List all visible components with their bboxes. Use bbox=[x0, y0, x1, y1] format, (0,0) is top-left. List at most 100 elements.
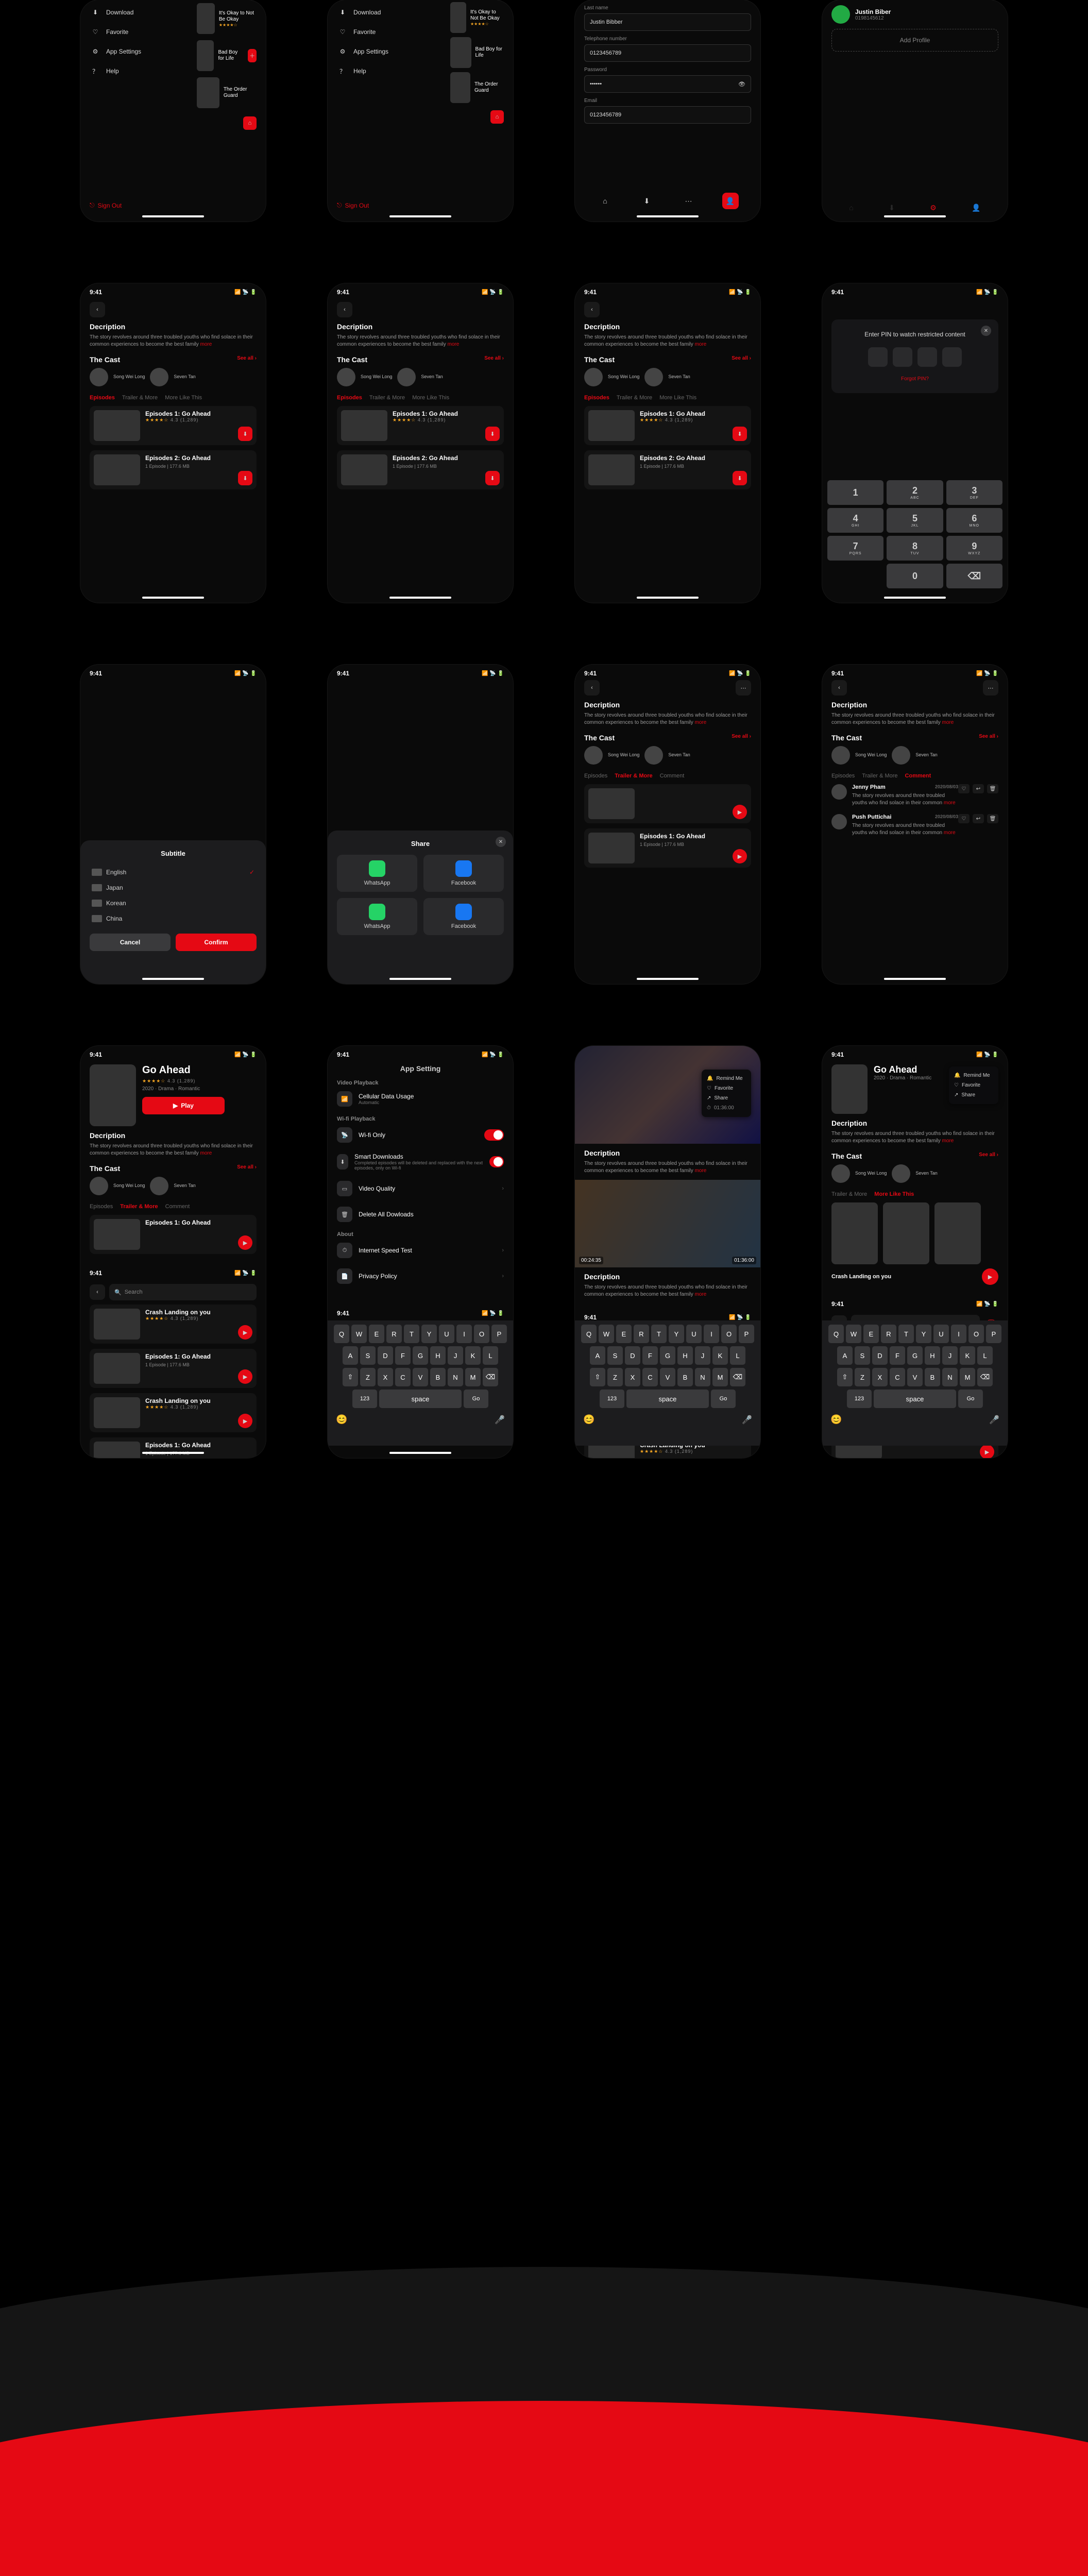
kbd-key[interactable]: S bbox=[855, 1346, 870, 1365]
phone-input[interactable]: 0123456789 bbox=[584, 44, 751, 62]
emoji-button[interactable]: 😊 bbox=[336, 1414, 347, 1425]
kbd-key[interactable]: T bbox=[898, 1325, 914, 1343]
kbd-key[interactable]: V bbox=[660, 1368, 675, 1386]
kbd-key[interactable]: Q bbox=[828, 1325, 844, 1343]
add-profile-button[interactable]: Add Profile bbox=[831, 29, 998, 52]
kbd-key[interactable]: Q bbox=[581, 1325, 597, 1343]
email-input[interactable]: 0123456789 bbox=[584, 106, 751, 124]
setting-smart[interactable]: ⬇Smart DownloadsCompleted episodes will … bbox=[328, 1148, 513, 1176]
confirm-button[interactable]: Confirm bbox=[176, 934, 257, 951]
kbd-key[interactable]: S bbox=[360, 1346, 376, 1365]
thumb-item[interactable]: It's Okay to Not Be Okay★★★★☆ bbox=[194, 0, 266, 37]
download-button[interactable]: ⬇ bbox=[238, 471, 252, 485]
language-option[interactable]: China bbox=[90, 911, 257, 926]
kbd-key[interactable]: space bbox=[874, 1389, 956, 1408]
nav-profile[interactable]: 👤 bbox=[722, 193, 739, 209]
kbd-key[interactable]: V bbox=[413, 1368, 428, 1386]
cast-avatar[interactable] bbox=[90, 368, 108, 386]
back-button[interactable]: ‹ bbox=[584, 302, 600, 317]
menu-favorite[interactable]: ♡ Favorite bbox=[954, 1080, 993, 1090]
kbd-key[interactable]: Z bbox=[607, 1368, 623, 1386]
kbd-key[interactable]: C bbox=[642, 1368, 658, 1386]
kbd-key[interactable]: E bbox=[863, 1325, 879, 1343]
nav-profile[interactable]: 👤 bbox=[972, 204, 980, 212]
video-preview[interactable]: 00:24:35 01:36:00 bbox=[575, 1180, 760, 1267]
tab-more-like[interactable]: More Like This bbox=[874, 1191, 914, 1197]
keypad-key[interactable]: 9WXYZ bbox=[946, 536, 1002, 561]
kbd-key[interactable]: A bbox=[837, 1346, 853, 1365]
kbd-key[interactable]: W bbox=[351, 1325, 367, 1343]
kbd-key[interactable]: D bbox=[378, 1346, 393, 1365]
kbd-key[interactable]: space bbox=[626, 1389, 709, 1408]
kbd-key[interactable]: M bbox=[712, 1368, 728, 1386]
password-input[interactable]: ••••••👁 bbox=[584, 75, 751, 93]
kbd-key[interactable]: U bbox=[439, 1325, 454, 1343]
kbd-key[interactable]: L bbox=[483, 1346, 498, 1365]
result-item[interactable]: Crash Landing on you★★★★☆ 4.3 (1,289) ▶ bbox=[90, 1393, 257, 1432]
kbd-key[interactable]: W bbox=[599, 1325, 614, 1343]
emoji-button[interactable]: 😊 bbox=[830, 1414, 842, 1425]
setting-delete[interactable]: 🗑Delete All Dowloads bbox=[328, 1201, 513, 1227]
language-option[interactable]: Korean bbox=[90, 895, 257, 911]
kbd-key[interactable]: E bbox=[616, 1325, 632, 1343]
toggle[interactable] bbox=[489, 1156, 504, 1167]
like-button[interactable]: ♡ bbox=[958, 784, 970, 793]
kbd-key[interactable]: R bbox=[386, 1325, 402, 1343]
kbd-key[interactable]: V bbox=[907, 1368, 923, 1386]
kbd-key[interactable]: F bbox=[642, 1346, 658, 1365]
poster-card[interactable] bbox=[883, 1202, 929, 1264]
play-button[interactable]: ▶ Play bbox=[142, 1097, 225, 1114]
episode-card[interactable]: Episodes 1: Go Ahead★★★★☆ 4.3 (1,289) ⬇ bbox=[90, 406, 257, 445]
cancel-button[interactable]: Cancel bbox=[90, 934, 171, 951]
menu-remind[interactable]: 🔔 Remind Me bbox=[707, 1074, 746, 1083]
setting-speed[interactable]: ⏱Internet Speed Test› bbox=[328, 1238, 513, 1263]
kbd-key[interactable]: C bbox=[395, 1368, 411, 1386]
kbd-key[interactable]: N bbox=[695, 1368, 710, 1386]
kbd-key[interactable]: K bbox=[960, 1346, 975, 1365]
close-icon[interactable]: ✕ bbox=[496, 837, 506, 847]
keypad-key[interactable]: 0 bbox=[887, 564, 943, 588]
more-button[interactable]: ⋯ bbox=[983, 680, 998, 696]
kbd-key[interactable]: U bbox=[933, 1325, 949, 1343]
kbd-key[interactable]: L bbox=[730, 1346, 745, 1365]
share-option[interactable]: Facebook bbox=[423, 898, 504, 935]
kbd-key[interactable]: P bbox=[739, 1325, 754, 1343]
result-item[interactable]: Episodes 1: Go Ahead1 Episode | 177.6 MB… bbox=[90, 1349, 257, 1388]
thumb-item[interactable]: Bad Boy for Life ＋ bbox=[194, 37, 266, 74]
reply-button[interactable]: ↩ bbox=[973, 784, 984, 793]
kbd-key[interactable]: B bbox=[677, 1368, 693, 1386]
toggle[interactable] bbox=[484, 1129, 504, 1141]
kbd-key[interactable]: E bbox=[369, 1325, 384, 1343]
kbd-key[interactable]: F bbox=[395, 1346, 411, 1365]
poster-card[interactable] bbox=[831, 1202, 878, 1264]
kbd-key[interactable]: Z bbox=[855, 1368, 870, 1386]
close-icon[interactable]: ✕ bbox=[981, 326, 991, 336]
kbd-key[interactable]: J bbox=[448, 1346, 463, 1365]
language-option[interactable]: Japan bbox=[90, 880, 257, 895]
kbd-key[interactable]: Go bbox=[958, 1389, 983, 1408]
play-button[interactable]: ▶ bbox=[238, 1369, 252, 1384]
kbd-key[interactable]: Q bbox=[334, 1325, 349, 1343]
kbd-key[interactable]: H bbox=[677, 1346, 693, 1365]
nav-settings[interactable]: ⚙ bbox=[930, 204, 937, 212]
kbd-key[interactable]: T bbox=[404, 1325, 419, 1343]
kbd-key[interactable]: F bbox=[890, 1346, 905, 1365]
kbd-key[interactable]: 123 bbox=[600, 1389, 624, 1408]
more-link[interactable]: more bbox=[200, 342, 212, 347]
delete-button[interactable]: 🗑 bbox=[987, 814, 998, 823]
kbd-key[interactable]: X bbox=[872, 1368, 888, 1386]
kbd-key[interactable]: Go bbox=[464, 1389, 488, 1408]
keypad-key[interactable]: 8TUV bbox=[887, 536, 943, 561]
kbd-key[interactable]: ⇧ bbox=[343, 1368, 358, 1386]
tab-trailer[interactable]: Trailer & More bbox=[122, 395, 158, 401]
kbd-key[interactable]: G bbox=[413, 1346, 428, 1365]
episode-card[interactable]: Episodes 2: Go Ahead1 Episode | 177.6 MB… bbox=[90, 450, 257, 489]
kbd-key[interactable]: Z bbox=[360, 1368, 376, 1386]
kbd-key[interactable]: T bbox=[651, 1325, 667, 1343]
kbd-key[interactable]: U bbox=[686, 1325, 702, 1343]
kbd-key[interactable]: O bbox=[968, 1325, 984, 1343]
nav-download[interactable]: ⬇ bbox=[639, 193, 655, 209]
menu-share[interactable]: ↗ Share bbox=[954, 1090, 993, 1100]
kbd-key[interactable]: R bbox=[634, 1325, 649, 1343]
kbd-key[interactable]: H bbox=[925, 1346, 940, 1365]
